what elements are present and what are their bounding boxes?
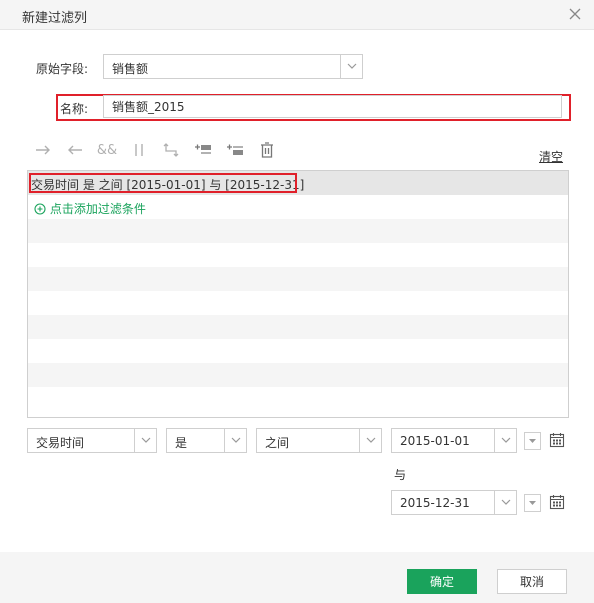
empty-row (28, 243, 568, 267)
add-circle-icon (34, 203, 46, 215)
end-date-value: 2015-12-31 (400, 496, 470, 510)
cancel-button[interactable]: 取消 (497, 569, 567, 594)
calendar-icon[interactable] (549, 494, 565, 510)
empty-row (28, 267, 568, 291)
add-before-icon[interactable] (192, 141, 214, 163)
operator-select[interactable]: 之间 (256, 428, 382, 453)
add-condition-link[interactable]: 点击添加过滤条件 (34, 200, 146, 217)
calendar-icon[interactable] (549, 432, 565, 448)
chevron-down-icon[interactable] (494, 429, 516, 452)
and-separator-label: 与 (394, 468, 407, 482)
or-icon[interactable] (128, 141, 150, 163)
operator-select-value: 之间 (265, 436, 290, 450)
condition-row[interactable]: 交易时间 是 之间 [2015-01-01] 与 [2015-12-31] (28, 171, 568, 195)
empty-row (28, 291, 568, 315)
empty-row (28, 315, 568, 339)
trash-icon[interactable] (256, 141, 278, 163)
ok-button[interactable]: 确定 (407, 569, 477, 594)
chevron-down-icon[interactable] (359, 429, 381, 452)
source-field-label: 原始字段: (36, 62, 89, 76)
start-date-dropdown[interactable] (524, 432, 541, 450)
close-icon[interactable] (566, 5, 584, 23)
caret-down-icon (529, 439, 536, 443)
start-date-select[interactable]: 2015-01-01 (391, 428, 517, 453)
field-select[interactable]: 交易时间 (27, 428, 157, 453)
end-date-select[interactable]: 2015-12-31 (391, 490, 517, 515)
arrow-left-icon[interactable] (64, 141, 86, 163)
name-field-label: 名称: (60, 102, 89, 116)
source-field-select[interactable]: 销售额 (103, 54, 363, 79)
return-icon[interactable] (160, 141, 182, 163)
dialog-titlebar (0, 0, 594, 30)
empty-row (28, 387, 568, 411)
empty-row (28, 339, 568, 363)
condition-highlight-box (29, 173, 297, 193)
is-select[interactable]: 是 (166, 428, 247, 453)
add-after-icon[interactable] (224, 141, 246, 163)
chevron-down-icon[interactable] (340, 55, 362, 78)
chevron-down-icon[interactable] (494, 491, 516, 514)
end-date-dropdown[interactable] (524, 494, 541, 512)
empty-row (28, 363, 568, 387)
start-date-value: 2015-01-01 (400, 434, 470, 448)
clear-link[interactable]: 清空 (539, 148, 563, 165)
source-field-value: 销售额 (112, 62, 149, 76)
caret-down-icon (529, 501, 536, 505)
condition-list: 交易时间 是 之间 [2015-01-01] 与 [2015-12-31] 点击… (27, 170, 569, 418)
name-input[interactable] (103, 95, 562, 118)
and-icon[interactable]: && (96, 141, 118, 163)
chevron-down-icon[interactable] (134, 429, 156, 452)
add-condition-row[interactable]: 点击添加过滤条件 (28, 195, 568, 219)
arrow-right-icon[interactable] (32, 141, 54, 163)
chevron-down-icon[interactable] (224, 429, 246, 452)
field-select-value: 交易时间 (36, 436, 85, 450)
dialog-title: 新建过滤列 (22, 11, 88, 26)
empty-row (28, 219, 568, 243)
is-select-value: 是 (175, 436, 188, 450)
add-condition-label: 点击添加过滤条件 (49, 202, 146, 216)
